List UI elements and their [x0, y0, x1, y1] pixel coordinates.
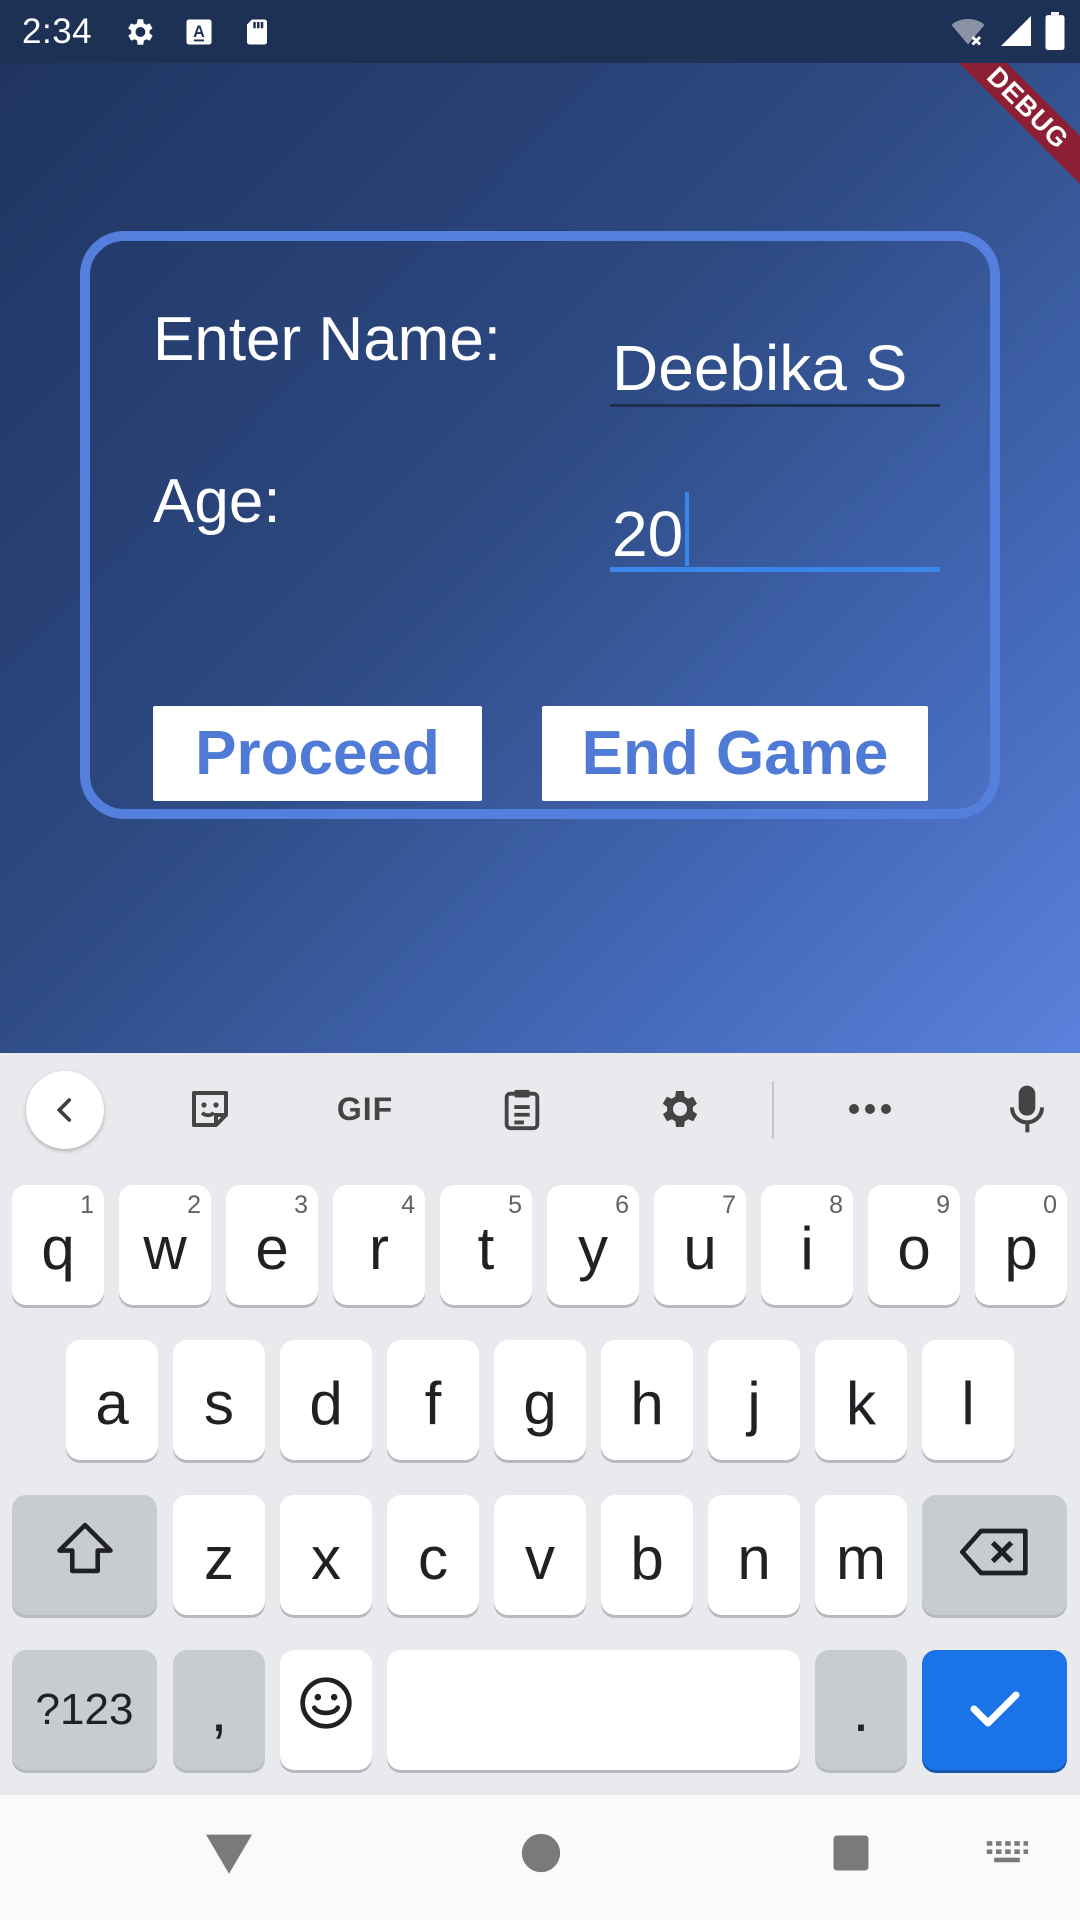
key-g[interactable]: g — [494, 1340, 586, 1460]
age-value: 20 — [612, 498, 684, 570]
key-q[interactable]: 1q — [12, 1185, 104, 1305]
status-bar: 2:34 A — [0, 0, 1080, 63]
checkmark-icon — [967, 1676, 1023, 1745]
home-circle-icon[interactable] — [518, 1830, 564, 1876]
key-b[interactable]: b — [601, 1495, 693, 1615]
text-caret — [685, 492, 690, 566]
signal-icon — [998, 13, 1034, 54]
key-x[interactable]: x — [280, 1495, 372, 1615]
key-y[interactable]: 6y — [547, 1185, 639, 1305]
debug-banner: DEBUG — [945, 63, 1080, 191]
key-c[interactable]: c — [387, 1495, 479, 1615]
gear-icon — [122, 15, 156, 49]
key-k[interactable]: k — [815, 1340, 907, 1460]
age-label: Age: — [153, 467, 281, 536]
soft-keyboard: GIF 1q 2w 3e 4r 5t 6y 7u 8i 9o 0p a s d … — [0, 1053, 1080, 1795]
mic-icon[interactable] — [987, 1069, 1067, 1149]
key-v[interactable]: v — [494, 1495, 586, 1615]
player-form-card: Enter Name: Deebika S Age: 20 Proceed En… — [80, 231, 1000, 819]
more-icon[interactable] — [830, 1069, 910, 1149]
sticker-icon[interactable] — [170, 1069, 250, 1149]
shift-key[interactable] — [12, 1495, 157, 1615]
wifi-off-icon — [948, 13, 988, 54]
key-z[interactable]: z — [173, 1495, 265, 1615]
settings-icon[interactable] — [638, 1069, 718, 1149]
gif-button[interactable]: GIF — [325, 1069, 405, 1149]
key-o[interactable]: 9o — [868, 1185, 960, 1305]
clipboard-icon[interactable] — [482, 1069, 562, 1149]
key-a[interactable]: a — [66, 1340, 158, 1460]
battery-icon — [1044, 12, 1066, 55]
proceed-button[interactable]: Proceed — [153, 706, 482, 801]
age-input[interactable]: 20 — [610, 474, 940, 572]
navigation-bar — [0, 1795, 1080, 1920]
keyboard-toolbar: GIF — [0, 1053, 1080, 1165]
backspace-icon — [959, 1521, 1030, 1590]
key-l[interactable]: l — [922, 1340, 1014, 1460]
key-h[interactable]: h — [601, 1340, 693, 1460]
period-key[interactable]: . — [815, 1650, 907, 1770]
key-w[interactable]: 2w — [119, 1185, 211, 1305]
key-p[interactable]: 0p — [975, 1185, 1067, 1305]
a-icon: A — [184, 17, 214, 47]
key-r[interactable]: 4r — [333, 1185, 425, 1305]
back-chevron-icon[interactable] — [26, 1071, 104, 1149]
key-e[interactable]: 3e — [226, 1185, 318, 1305]
symbols-key[interactable]: ?123 — [12, 1650, 157, 1770]
key-f[interactable]: f — [387, 1340, 479, 1460]
key-s[interactable]: s — [173, 1340, 265, 1460]
emoji-key[interactable] — [280, 1650, 372, 1770]
key-m[interactable]: m — [815, 1495, 907, 1615]
space-key[interactable] — [387, 1650, 800, 1770]
key-n[interactable]: n — [708, 1495, 800, 1615]
status-time: 2:34 — [22, 11, 93, 51]
toolbar-divider — [772, 1081, 774, 1139]
sd-card-icon — [242, 16, 272, 48]
keyboard-switch-icon[interactable] — [985, 1839, 1029, 1869]
recents-square-icon[interactable] — [830, 1832, 872, 1874]
backspace-key[interactable] — [922, 1495, 1067, 1615]
shift-icon — [54, 1520, 116, 1590]
key-t[interactable]: 5t — [440, 1185, 532, 1305]
name-input[interactable]: Deebika S — [610, 311, 940, 407]
name-value: Deebika S — [612, 332, 908, 404]
end-game-button[interactable]: End Game — [542, 706, 928, 801]
name-label: Enter Name: — [153, 305, 502, 374]
key-j[interactable]: j — [708, 1340, 800, 1460]
key-d[interactable]: d — [280, 1340, 372, 1460]
comma-key[interactable]: , — [173, 1650, 265, 1770]
emoji-icon — [298, 1675, 354, 1745]
back-triangle-icon[interactable] — [200, 1830, 258, 1876]
key-u[interactable]: 7u — [654, 1185, 746, 1305]
key-i[interactable]: 8i — [761, 1185, 853, 1305]
svg-text:A: A — [193, 23, 205, 41]
app-screen: DEBUG Enter Name: Deebika S Age: 20 Proc… — [0, 63, 1080, 1053]
done-key[interactable] — [922, 1650, 1067, 1770]
